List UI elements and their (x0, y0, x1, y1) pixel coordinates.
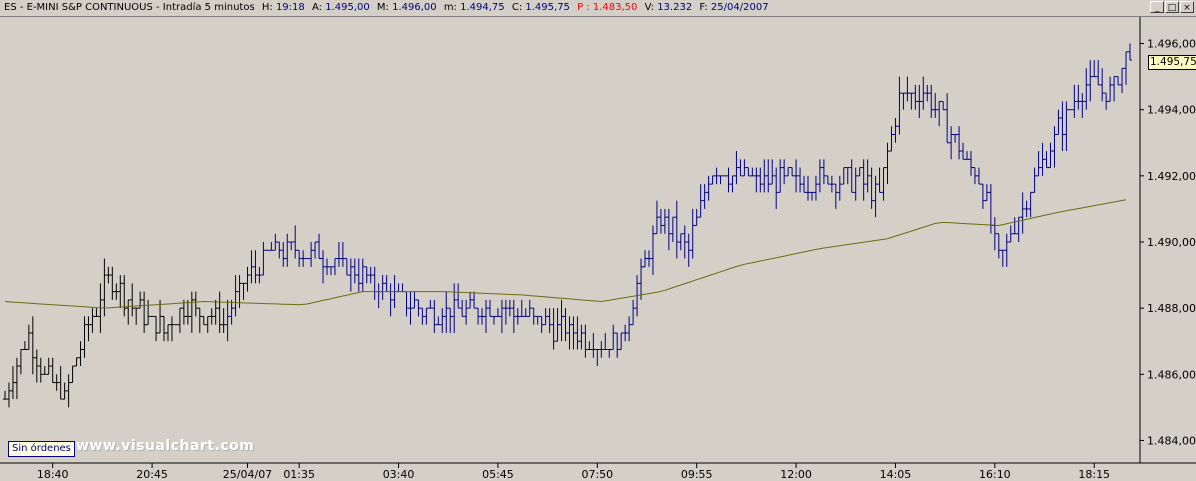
x-tick-label: 14:05 (880, 468, 912, 481)
hour-value: 19:18 (275, 2, 305, 13)
price-chart[interactable]: 1.496,00 1.494,00 1.492,00 1.490,00 1.488,00… (0, 17, 1196, 481)
date-label: F: (699, 2, 708, 13)
x-tick-label: 09:55 (681, 468, 713, 481)
minimize-button[interactable]: _ (1150, 1, 1164, 13)
last-price-label: 1.495,75 (1148, 55, 1196, 70)
y-tick-label: 1.492,00 (1147, 170, 1196, 183)
y-axis: 1.496,00 1.494,00 1.492,00 1.490,00 1.488,00… (1140, 38, 1196, 447)
x-tick-label: 05:45 (482, 468, 514, 481)
x-tick-label: 01:35 (283, 468, 315, 481)
x-tick-label: 03:40 (383, 468, 415, 481)
x-tick-label: 20:45 (136, 468, 168, 481)
low-label: m: (443, 2, 457, 13)
watermark: www.visualchart.com (76, 438, 255, 454)
y-tick-label: 1.496,00 (1147, 38, 1196, 51)
y-tick-label: 1.488,00 (1147, 302, 1196, 315)
open-label: A: (311, 2, 322, 13)
high-label: M: (376, 2, 389, 13)
volume-value: 13.232 (657, 2, 693, 13)
x-axis: 18:40 20:45 25/04/07 01:35 03:40 05:45 07:50 09… (37, 463, 1110, 481)
orders-status-badge[interactable]: Sin órdenes (8, 441, 75, 457)
volume-label: V: (644, 2, 654, 13)
symbol-title: ES - E-MINI S&P CONTINUOUS - Intradía 5 … (4, 2, 255, 13)
y-tick-label: 1.484,00 (1147, 434, 1196, 447)
y-tick-label: 1.490,00 (1147, 236, 1196, 249)
plot-area (0, 17, 1140, 463)
open-value: 1.495,00 (325, 2, 370, 13)
hour-label: H: (261, 2, 273, 13)
close-label: C: (511, 2, 523, 13)
date-value: 25/04/2007 (710, 2, 769, 13)
y-tick-label: 1.494,00 (1147, 104, 1196, 117)
high-value: 1.496,00 (392, 2, 437, 13)
low-value: 1.494,75 (460, 2, 505, 13)
x-tick-label: 25/04/07 (223, 468, 272, 481)
x-tick-label: 18:15 (1078, 468, 1110, 481)
window-controls: _ □ × (1150, 1, 1194, 13)
chart-header: ES - E-MINI S&P CONTINUOUS - Intradía 5 … (0, 0, 1196, 17)
x-tick-label: 12:00 (780, 468, 812, 481)
close-value: 1.495,75 (525, 2, 570, 13)
close-button[interactable]: × (1180, 1, 1194, 13)
maximize-button[interactable]: □ (1165, 1, 1179, 13)
x-tick-label: 07:50 (581, 468, 613, 481)
y-tick-label: 1.486,00 (1147, 368, 1196, 381)
x-tick-label: 16:10 (979, 468, 1011, 481)
prev-value: 1.483,50 (592, 2, 638, 13)
x-tick-label: 18:40 (37, 468, 69, 481)
prev-label: P : (577, 2, 590, 13)
